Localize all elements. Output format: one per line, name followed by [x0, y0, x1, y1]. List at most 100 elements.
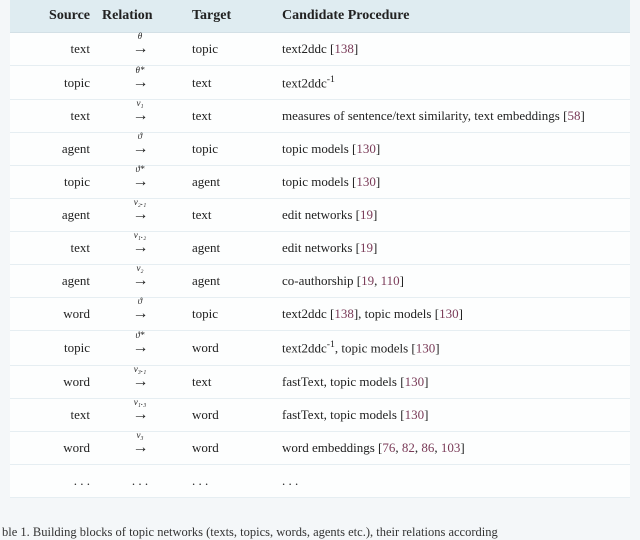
cell-source: text [10, 232, 98, 265]
cell-target: . . . [182, 464, 272, 497]
citation-link[interactable]: 19 [360, 240, 373, 255]
citation-link[interactable]: 58 [567, 108, 580, 123]
cell-procedure: fastText, topic models [130] [272, 398, 630, 431]
citation-link[interactable]: 130 [356, 174, 376, 189]
cell-target: text [182, 100, 272, 133]
cell-source: topic [10, 66, 98, 100]
citation-link[interactable]: 82 [402, 440, 415, 455]
cell-procedure: fastText, topic models [130] [272, 365, 630, 398]
col-header-relation: Relation [98, 0, 182, 33]
col-header-target: Target [182, 0, 272, 33]
table-row: agent ϑ→ topictopic models [130] [10, 133, 630, 166]
cell-relation: θ→ [98, 33, 182, 66]
cell-procedure: text2ddc [138] [272, 33, 630, 66]
cell-target: text [182, 365, 272, 398]
cell-procedure: . . . [272, 464, 630, 497]
cell-relation: ϑ→ [98, 298, 182, 331]
table-row: wordν₃→wordword embeddings [76, 82, 86, … [10, 431, 630, 464]
relation-arrow-icon: ν₁.₃→ [133, 407, 148, 423]
cell-source: topic [10, 331, 98, 365]
table-row: topic θ*→ texttext2ddc-1 [10, 66, 630, 100]
relation-arrow-icon: ν₁.₂→ [133, 240, 148, 256]
cell-target: text [182, 199, 272, 232]
cell-target: topic [182, 298, 272, 331]
citation-link[interactable]: 86 [421, 440, 434, 455]
cell-relation: ν₂.₁→ [98, 199, 182, 232]
relation-arrow-icon: ν₂→ [133, 273, 148, 289]
cell-procedure: co-authorship [19, 110] [272, 265, 630, 298]
table-row: text ν₁.₂→ agentedit networks [19] [10, 232, 630, 265]
cell-target: text [182, 66, 272, 100]
table-row: text θ→ topictext2ddc [138] [10, 33, 630, 66]
cell-relation: ν₁.₂→ [98, 232, 182, 265]
cell-target: word [182, 431, 272, 464]
citation-link[interactable]: 130 [356, 141, 376, 156]
cell-target: word [182, 398, 272, 431]
citation-link[interactable]: 76 [382, 440, 395, 455]
citation-link[interactable]: 110 [381, 273, 400, 288]
citation-link[interactable]: 130 [439, 306, 459, 321]
cell-procedure: edit networks [19] [272, 199, 630, 232]
cell-source: agent [10, 265, 98, 298]
cell-target: topic [182, 33, 272, 66]
cell-relation: ϑ→ [98, 133, 182, 166]
cell-procedure: topic models [130] [272, 166, 630, 199]
cell-source: text [10, 100, 98, 133]
cell-target: agent [182, 265, 272, 298]
cell-procedure: text2ddc-1 [272, 66, 630, 100]
col-header-source: Source [10, 0, 98, 33]
cell-source: agent [10, 199, 98, 232]
citation-link[interactable]: 130 [416, 341, 436, 356]
relation-arrow-icon: ν₂.₁→ [133, 207, 148, 223]
citation-link[interactable]: 130 [405, 374, 425, 389]
cell-target: topic [182, 133, 272, 166]
table-row: agentν₂→agentco-authorship [19, 110] [10, 265, 630, 298]
cell-source: word [10, 365, 98, 398]
table-row: agent ν₂.₁→ textedit networks [19] [10, 199, 630, 232]
cell-relation: ν₂→ [98, 265, 182, 298]
relation-arrow-icon: ϑ→ [133, 306, 148, 322]
cell-source: word [10, 298, 98, 331]
cell-relation: ν₁→ [98, 100, 182, 133]
cell-target: agent [182, 166, 272, 199]
cell-source: topic [10, 166, 98, 199]
cell-relation: ϑ*→ [98, 331, 182, 365]
citation-link[interactable]: 103 [441, 440, 461, 455]
cell-procedure: text2ddc-1, topic models [130] [272, 331, 630, 365]
citation-link[interactable]: 138 [334, 41, 354, 56]
citation-link[interactable]: 138 [334, 306, 354, 321]
cell-source: . . . [10, 464, 98, 497]
cell-procedure: edit networks [19] [272, 232, 630, 265]
table-row: word ν₃.₁→ textfastText, topic models [130… [10, 365, 630, 398]
relation-arrow-icon: ν₃→ [133, 440, 148, 456]
table-row: . . .. . .. . .. . . [10, 464, 630, 497]
cell-target: agent [182, 232, 272, 265]
cell-relation: ν₃→ [98, 431, 182, 464]
relation-arrow-icon: ϑ*→ [133, 340, 148, 356]
table-row: topic ϑ*→ wordtext2ddc-1, topic models [13… [10, 331, 630, 365]
cell-relation: ν₁.₃→ [98, 398, 182, 431]
relation-arrow-icon: ν₁→ [133, 108, 148, 124]
cell-source: word [10, 431, 98, 464]
relation-arrow-icon: θ→ [133, 41, 148, 57]
citation-link[interactable]: 130 [405, 407, 425, 422]
relation-arrow-icon: θ*→ [133, 75, 148, 91]
relation-arrow-icon: ϑ*→ [133, 174, 148, 190]
cell-procedure: word embeddings [76, 82, 86, 103] [272, 431, 630, 464]
cell-relation: ϑ*→ [98, 166, 182, 199]
cell-relation: ν₃.₁→ [98, 365, 182, 398]
table-row: textν₁→textmeasures of sentence/text sim… [10, 100, 630, 133]
table-row: topic ϑ*→ agenttopic models [130] [10, 166, 630, 199]
cell-procedure: text2ddc [138], topic models [130] [272, 298, 630, 331]
cell-target: word [182, 331, 272, 365]
citation-link[interactable]: 19 [361, 273, 374, 288]
table-header-row: Source Relation Target Candidate Procedu… [10, 0, 630, 33]
relation-arrow-icon: ϑ→ [133, 141, 148, 157]
citation-link[interactable]: 19 [360, 207, 373, 222]
cell-relation: . . . [98, 464, 182, 497]
cell-procedure: topic models [130] [272, 133, 630, 166]
cell-procedure: measures of sentence/text similarity, te… [272, 100, 630, 133]
relation-arrow-icon: ν₃.₁→ [133, 374, 148, 390]
cell-source: agent [10, 133, 98, 166]
cell-source: text [10, 33, 98, 66]
